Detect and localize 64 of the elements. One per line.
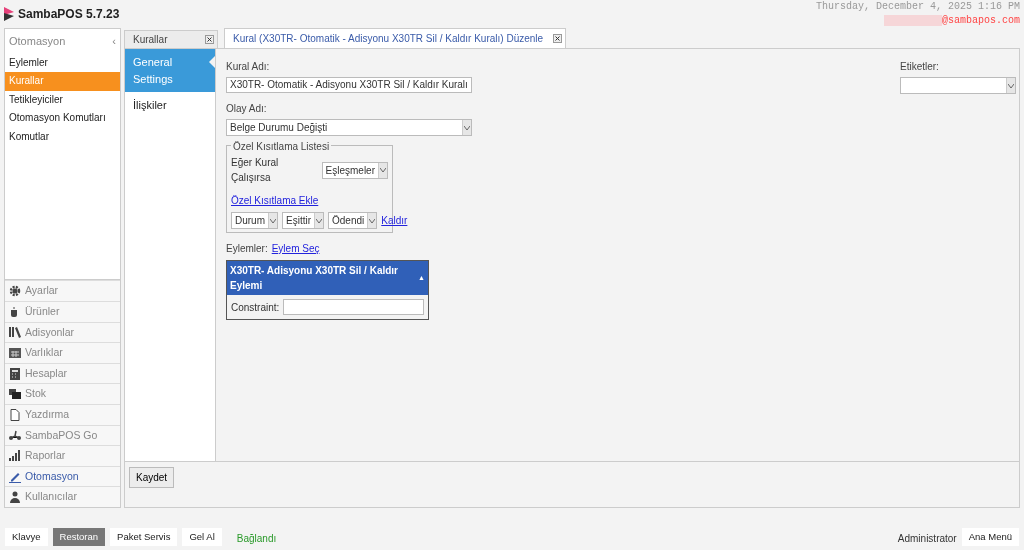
caret-icon (461, 120, 471, 135)
rule-name-field[interactable]: X30TR- Otomatik - Adisyonu X30TR Sil / Kaldır Kuralı (226, 77, 472, 93)
nav-item[interactable]: Kullanıcılar (5, 486, 120, 507)
settings-tab[interactable]: İlişkiler (125, 92, 215, 119)
user-name: Administrator (897, 532, 957, 546)
sidebar-item[interactable]: Otomasyon Komutları (5, 109, 120, 128)
mode-button[interactable]: Gel Al (182, 527, 222, 546)
nav-item[interactable]: Ürünler (5, 301, 120, 322)
caret-icon (367, 213, 377, 228)
dropdown[interactable]: Eşittir (282, 212, 324, 229)
dropdown[interactable]: Eşleşmeler (321, 161, 388, 179)
tab[interactable]: Kural (X30TR- Otomatik - Adisyonu X30TR Sil / Kaldır Kuralı) Düzenle (224, 28, 567, 48)
action-title: X30TR- Adisyonu X30TR Sil / Kaldır Eylemi (230, 264, 399, 293)
close-icon[interactable] (553, 34, 563, 43)
stack-icon (9, 388, 21, 401)
field-label: Eylemler: (226, 242, 268, 256)
sidebar-item[interactable]: Eylemler (5, 53, 120, 72)
calculator-icon (9, 367, 21, 380)
collapse-button[interactable]: ‹ (112, 33, 116, 50)
add-constraint-link[interactable]: Özel Kısıtlama Ekle (231, 195, 319, 206)
field-label: Eğer Kural Çalışırsa (231, 156, 280, 185)
nav-item[interactable]: Stok (5, 383, 120, 405)
caret-icon (378, 162, 387, 178)
gear-icon (9, 285, 21, 298)
tags-label: Etiketler: (900, 60, 940, 74)
logo-icon (4, 7, 14, 21)
save-button[interactable]: Kaydet (129, 467, 175, 488)
books-icon (9, 326, 21, 339)
nav-item[interactable]: Adisyonlar (5, 321, 120, 343)
mode-button[interactable]: Klavye (5, 527, 48, 546)
main-menu-button[interactable]: Ana Menü (961, 527, 1019, 546)
document-icon (9, 408, 21, 421)
user-email: @sambapos.com (942, 13, 1020, 28)
dropdown[interactable]: Belge Durumu Değişti (226, 119, 472, 136)
caret-icon (1006, 78, 1015, 93)
redacted-block (884, 14, 942, 26)
pen-icon (9, 470, 21, 483)
scooter-icon (9, 429, 21, 442)
app-title: SambaPOS 5.7.23 (18, 6, 120, 23)
nav-item[interactable]: Hesaplar (5, 362, 120, 384)
select-action-link[interactable]: Eylem Seç (271, 241, 320, 256)
dropdown[interactable]: Durum (231, 212, 278, 229)
field-label: Kural Adı: (226, 60, 271, 74)
remove-link[interactable]: Kaldır (381, 213, 408, 228)
date-time: Thursday, December 4, 2025 1:16 PM (815, 0, 1020, 13)
caret-icon (314, 213, 323, 228)
bar-chart-icon (9, 450, 21, 462)
connection-status: Bağlandı (236, 532, 277, 546)
nav-item[interactable]: Otomasyon (5, 465, 120, 487)
user-icon (9, 491, 21, 504)
field-label: Olay Adı: (226, 102, 268, 116)
sidebar-item[interactable]: Komutlar (5, 127, 120, 146)
dropdown[interactable]: Ödendi (328, 212, 378, 229)
field-label: Constraint: (231, 300, 280, 315)
grid-icon (9, 347, 21, 360)
sidebar-item[interactable]: Tetikleyiciler (5, 90, 120, 109)
nav-item[interactable]: Yazdırma (5, 404, 120, 425)
tab[interactable]: Kurallar (124, 30, 218, 48)
mode-button[interactable]: Paket Servis (110, 527, 178, 546)
caret-icon (268, 213, 277, 228)
section-title: Otomasyon (9, 34, 66, 49)
mode-button[interactable]: Restoran (52, 527, 106, 546)
close-icon[interactable] (205, 35, 214, 44)
constraint-field[interactable] (283, 299, 424, 315)
